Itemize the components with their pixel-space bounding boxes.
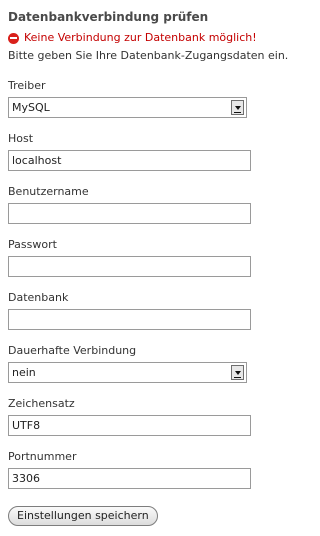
dropdown-arrow-icon[interactable]	[231, 365, 244, 380]
intro-text: Bitte geben Sie Ihre Datenbank-Zugangsda…	[8, 49, 289, 62]
persistent-select-value: nein	[12, 366, 36, 379]
port-label: Portnummer	[8, 450, 77, 463]
database-field: Datenbank	[8, 290, 251, 330]
error-message: Keine Verbindung zur Datenbank möglich!	[8, 30, 292, 46]
password-input[interactable]	[8, 256, 251, 277]
database-input[interactable]	[8, 309, 251, 330]
persistent-select[interactable]: nein	[8, 362, 247, 383]
db-connection-form: Datenbankverbindung prüfen Keine Verbind…	[8, 8, 292, 526]
driver-label: Treiber	[8, 79, 46, 92]
password-field: Passwort	[8, 237, 251, 277]
port-input[interactable]	[8, 468, 251, 489]
database-label: Datenbank	[8, 291, 69, 304]
host-field: Host	[8, 131, 251, 171]
password-label: Passwort	[8, 238, 57, 251]
dropdown-arrow-icon[interactable]	[231, 100, 244, 115]
charset-label: Zeichensatz	[8, 397, 75, 410]
username-input[interactable]	[8, 203, 251, 224]
driver-field: Treiber MySQL	[8, 78, 247, 118]
username-label: Benutzername	[8, 185, 89, 198]
username-field: Benutzername	[8, 184, 251, 224]
persistent-label: Dauerhafte Verbindung	[8, 344, 137, 357]
port-field: Portnummer	[8, 449, 251, 489]
charset-input[interactable]	[8, 415, 251, 436]
driver-select-value: MySQL	[12, 101, 50, 114]
driver-select[interactable]: MySQL	[8, 97, 247, 118]
stop-icon	[8, 32, 19, 44]
page-title: Datenbankverbindung prüfen	[8, 10, 209, 24]
host-label: Host	[8, 132, 34, 145]
host-input[interactable]	[8, 150, 251, 171]
error-text: Keine Verbindung zur Datenbank möglich!	[24, 31, 257, 44]
persistent-field: Dauerhafte Verbindung nein	[8, 343, 247, 383]
charset-field: Zeichensatz	[8, 396, 251, 436]
save-settings-button[interactable]: Einstellungen speichern	[8, 506, 158, 526]
